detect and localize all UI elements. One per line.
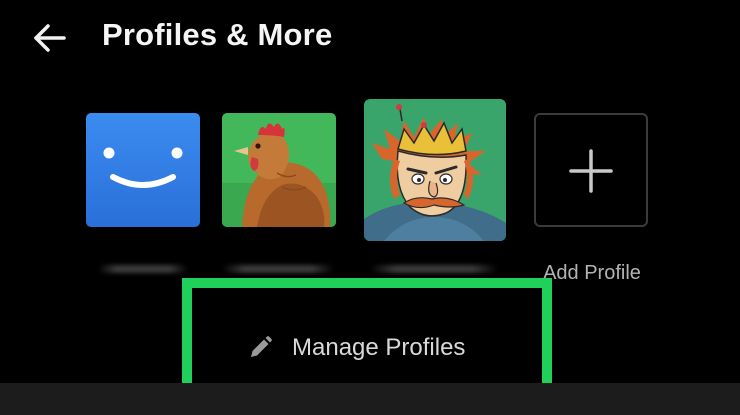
arrow-left-icon (34, 24, 66, 52)
header: Profiles & More (0, 0, 740, 80)
profile-name-hidden-3 (370, 265, 498, 273)
profile-avatar-3[interactable] (364, 99, 506, 241)
pencil-icon (251, 336, 272, 357)
cartoon-king-avatar-icon (364, 99, 506, 241)
back-button[interactable] (30, 18, 74, 58)
profile-name-hidden-2 (222, 265, 334, 273)
plus-icon (569, 149, 613, 193)
manage-profiles-highlight: Manage Profiles (182, 278, 552, 400)
manage-profiles-button[interactable]: Manage Profiles (192, 288, 542, 390)
profile-avatar-2[interactable] (222, 113, 336, 227)
page-title: Profiles & More (102, 17, 333, 52)
manage-profiles-label: Manage Profiles (292, 334, 466, 361)
smiley-avatar-icon (86, 113, 200, 227)
chicken-avatar-icon (222, 113, 336, 227)
profile-avatar-1[interactable] (86, 113, 200, 227)
add-profile-button[interactable] (534, 113, 648, 227)
bottom-navigation-bar (0, 383, 740, 415)
profile-name-hidden-1 (98, 265, 188, 273)
